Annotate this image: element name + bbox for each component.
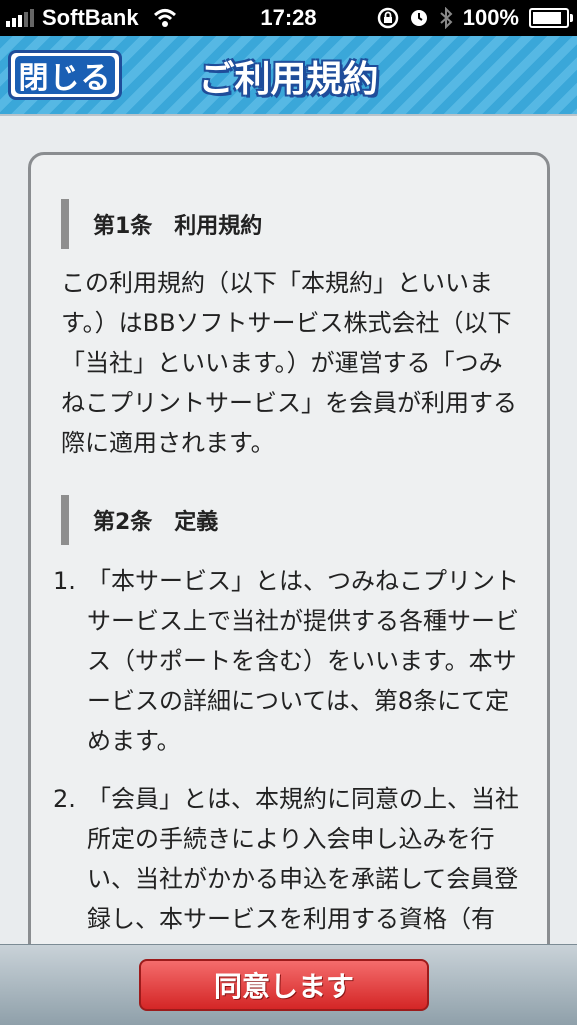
battery-percent: 100% xyxy=(462,5,519,30)
bluetooth-icon xyxy=(440,7,453,29)
terms-scroll-view[interactable]: 第1条 利用規約 この利用規約（以下「本規約」といいます。）はBBソフトサービス… xyxy=(28,152,550,972)
rotation-lock-icon xyxy=(377,7,398,29)
list-item: 1. 「本サービス」とは、つみねこプリントサービス上で当社が提供する各種サービス… xyxy=(53,561,519,761)
bottom-toolbar: 同意します xyxy=(0,944,577,1025)
battery-icon xyxy=(529,8,573,28)
list-item-number: 1. xyxy=(53,567,76,595)
list-item-number: 2. xyxy=(53,785,76,813)
article-2-heading: 第2条 定義 xyxy=(61,495,547,545)
status-bar: SoftBank 17:28 100% xyxy=(0,0,577,36)
article-1-body: この利用規約（以下「本規約」といいます。）はBBソフトサービス株式会社（以下「当… xyxy=(61,269,517,457)
article-1-heading: 第1条 利用規約 xyxy=(61,199,547,249)
alarm-clock-icon xyxy=(410,10,427,26)
page-title: ご利用規約 xyxy=(198,59,379,100)
navigation-bar: 閉じる ご利用規約 xyxy=(0,36,577,116)
list-item-text: 「本サービス」とは、つみねこプリントサービス上で当社が提供する各種サービス（サポ… xyxy=(87,567,519,755)
agree-button[interactable]: 同意します xyxy=(139,959,429,1011)
